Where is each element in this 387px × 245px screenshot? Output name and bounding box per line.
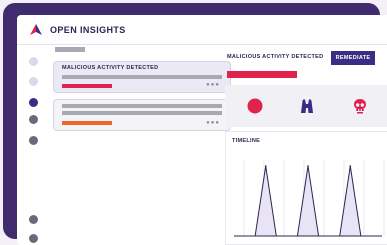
- remediate-button[interactable]: REMEDIATE: [331, 51, 375, 65]
- detail-title: MALICIOUS ACTIVITY DETECTED: [227, 54, 324, 60]
- severity-bar-critical: [227, 71, 297, 78]
- alert-card[interactable]: ●●●: [53, 99, 231, 131]
- alert-title: MALICIOUS ACTIVITY DETECTED: [62, 65, 159, 71]
- sidebar-item-4[interactable]: [29, 115, 38, 124]
- sidebar-item-6[interactable]: [29, 215, 38, 224]
- device-frame: OPEN INSIGHTS MALICIOUS ACTIVITY DETECTE…: [3, 3, 387, 245]
- app-title: OPEN INSIGHTS: [50, 25, 126, 35]
- binoculars-icon[interactable]: [299, 98, 315, 114]
- placeholder-line: [62, 104, 222, 108]
- severity-bar-critical: [62, 84, 112, 88]
- skull-icon[interactable]: [352, 98, 368, 114]
- sidebar-item-3[interactable]: [29, 98, 38, 107]
- placeholder-line: [62, 75, 222, 79]
- sidebar-item-7[interactable]: [29, 234, 38, 243]
- more-options-icon[interactable]: ●●●: [206, 120, 220, 126]
- list-header-placeholder: [55, 47, 85, 52]
- sidebar-item-2[interactable]: [29, 77, 38, 86]
- logo-icon: [30, 24, 42, 35]
- timeline-chart: [234, 160, 385, 237]
- timeline-area: [234, 166, 382, 236]
- timeline-peak-point: [349, 165, 352, 167]
- timeline-panel: TIMELINE: [225, 131, 387, 245]
- severity-bar-warning: [62, 121, 112, 125]
- timeline-peak-point: [307, 165, 309, 167]
- app-window: OPEN INSIGHTS MALICIOUS ACTIVITY DETECTE…: [17, 15, 387, 245]
- alert-dot-icon[interactable]: [247, 98, 263, 114]
- alert-card-selected[interactable]: MALICIOUS ACTIVITY DETECTED ●●●: [53, 61, 231, 93]
- sidebar-item-5[interactable]: [29, 136, 38, 145]
- sidebar: [17, 45, 51, 245]
- indicator-panel: [225, 85, 387, 127]
- title-bar: OPEN INSIGHTS: [17, 15, 387, 45]
- more-options-icon[interactable]: ●●●: [206, 82, 220, 88]
- sidebar-item-1[interactable]: [29, 57, 38, 66]
- placeholder-line: [62, 111, 222, 115]
- timeline-peak-point: [264, 165, 267, 167]
